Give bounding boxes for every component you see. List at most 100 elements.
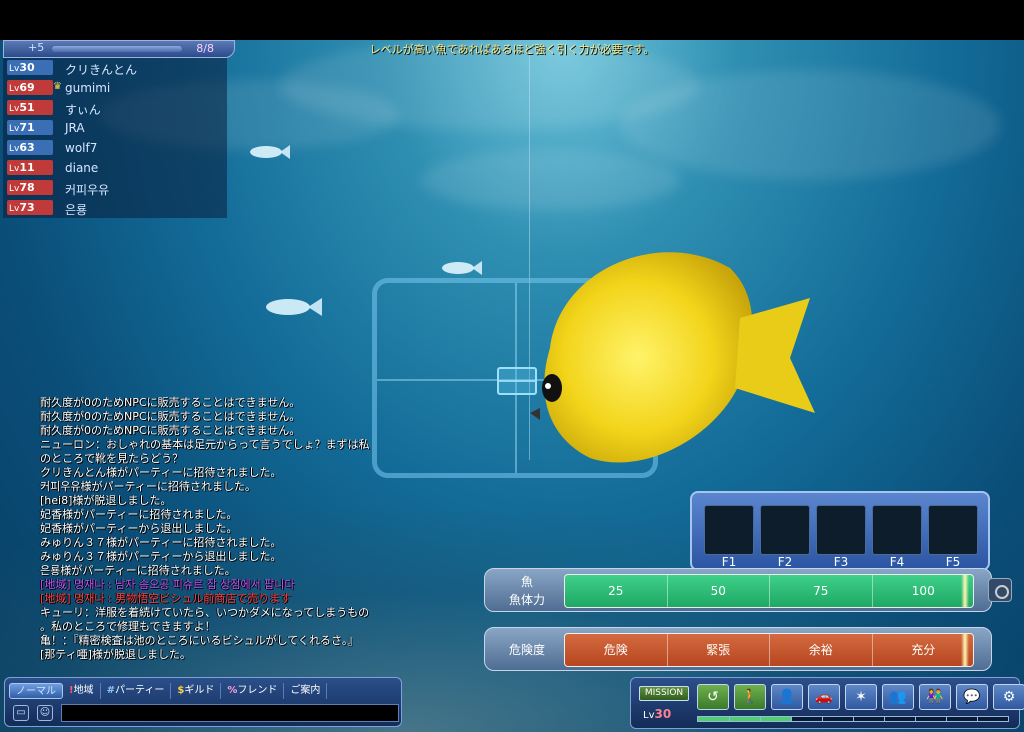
party-count: 8/8	[196, 42, 214, 55]
party-member-row[interactable]: Lv69 ♛ gumimi	[3, 78, 227, 98]
chat-tab[interactable]: %フレンド	[221, 683, 285, 699]
gear-icon: ⚙	[1002, 689, 1016, 705]
xp-tick	[760, 717, 761, 721]
return-icon: ↺	[707, 689, 719, 705]
member-name: クリきんとん	[65, 63, 138, 77]
hotkey-slot[interactable]	[872, 505, 922, 555]
party-add-button[interactable]: 👥	[882, 684, 914, 710]
chat-tab[interactable]: ノーマル	[9, 683, 63, 699]
window-icon[interactable]: ▭	[13, 705, 29, 721]
community-button[interactable]: 👫	[919, 684, 951, 710]
member-name: wolf7	[65, 141, 98, 155]
xp-tick	[729, 717, 730, 721]
chat-line: 亀！：『精密検査は池のところにいるビシュルがしてくれるさ。』	[40, 634, 359, 647]
hotkey-label: F5	[945, 555, 961, 569]
party-member-row[interactable]: Lv11 diane	[3, 158, 227, 178]
party-member-row[interactable]: Lv73 은룡	[3, 198, 227, 218]
chat-tab[interactable]: #パーティー	[101, 683, 172, 699]
party-member-row[interactable]: Lv71 JRA	[3, 118, 227, 138]
meter-segment: 危険	[565, 634, 668, 666]
party-member-row[interactable]: Lv78 커피우유	[3, 178, 227, 198]
chat-line: 妃香様がパーティーから退出しました。	[40, 522, 238, 535]
chat-bubble-icon: 💬	[963, 689, 981, 705]
chat-line: 耐久度が0のためNPCに販売することはできません。	[40, 424, 301, 437]
skill-button[interactable]: ✶	[845, 684, 877, 710]
party-member-row[interactable]: Lv51 すぃん	[3, 98, 227, 118]
fish-meter-label: 魚体力	[508, 593, 545, 607]
hotkey-label: F4	[889, 555, 905, 569]
chat-line: [那ティ唖]様が脱退しました。	[40, 648, 191, 661]
member-level-badge: Lv78	[7, 180, 53, 195]
skill-icon: ✶	[855, 689, 867, 705]
meter-toggle-button[interactable]	[988, 578, 1012, 602]
mission-button[interactable]: MISSION	[639, 686, 689, 701]
chat-line: 은룡様がパーティーに招待されました。	[40, 564, 236, 577]
meter-segment: 75	[770, 575, 873, 607]
party-member-row[interactable]: Lv63 wolf7	[3, 138, 227, 158]
experience-bar	[697, 716, 1009, 722]
hotkey-slot[interactable]	[704, 505, 754, 555]
chat-input[interactable]	[61, 704, 399, 722]
member-level-badge: Lv63	[7, 140, 53, 155]
small-fish	[266, 298, 322, 316]
chat-tab[interactable]: !地域	[63, 683, 101, 699]
vehicle-button[interactable]: 🚗	[808, 684, 840, 710]
chat-line: [地域] 명재나 : 男物悟空ビシュル前商店で売ります	[40, 592, 292, 605]
member-name: gumimi	[65, 81, 111, 95]
gear-button[interactable]: ⚙	[993, 684, 1024, 710]
chat-bubble-button[interactable]: 💬	[956, 684, 988, 710]
chat-line: 耐久度が0のためNPCに販売することはできません。	[40, 410, 301, 423]
player-level: Lv30	[643, 707, 672, 721]
meter-segment: 50	[668, 575, 770, 607]
chat-panel: ノーマル !地域 #パーティー $ギルド %フレンド ご案内 ▭ ☺	[4, 677, 402, 727]
member-level-badge: Lv30	[7, 60, 53, 75]
xp-tick	[822, 717, 823, 721]
fishing-hotkeys: F1 F2 F3 F4 F5	[690, 491, 990, 571]
chat-line: キューリ：洋服を着続けていたら、いつかダメになってしまうもの	[40, 606, 370, 619]
hotkey-slot[interactable]	[816, 505, 866, 555]
hotkey-label: F2	[777, 555, 793, 569]
member-level-badge: Lv73	[7, 200, 53, 215]
meter-segment: 余裕	[770, 634, 873, 666]
meter-segment: 100	[873, 575, 974, 607]
chat-line: ニューロン：おしゃれの基本は足元からって言うでしょ？まずは私	[40, 438, 370, 451]
xp-tick	[946, 717, 947, 721]
yellow-tang-fish	[530, 252, 815, 463]
profile-icon: 👤	[778, 689, 796, 705]
hotkey-slot[interactable]	[928, 505, 978, 555]
vehicle-icon: 🚗	[815, 689, 833, 705]
danger-meter-label: 危険度	[508, 643, 545, 657]
chat-tab[interactable]: ご案内	[284, 683, 328, 699]
chat-log: 耐久度が0のためNPCに販売することはできません。 耐久度が0のためNPCに販売す…	[40, 396, 400, 662]
member-name: 은룡	[65, 203, 88, 217]
member-level-badge: Lv71	[7, 120, 53, 135]
hotkey-slot[interactable]	[760, 505, 810, 555]
meter-segment: 25	[565, 575, 668, 607]
meter-segment: 緊張	[668, 634, 770, 666]
chat-line: [地域] 명재나 : 남자 솜오공 피슈르 잡 상점에서 팝니다	[40, 578, 295, 591]
party-bar	[52, 46, 182, 52]
party-plus: +5	[28, 41, 45, 54]
character-button[interactable]: 🚶	[734, 684, 766, 710]
member-level-badge: Lv11	[7, 160, 53, 175]
xp-tick	[915, 717, 916, 721]
member-level-badge: Lv51	[7, 100, 53, 115]
member-name: JRA	[65, 121, 85, 135]
emoticon-icon[interactable]: ☺	[37, 705, 53, 721]
party-header: +5 8/8	[3, 40, 235, 58]
main-menu-bar: MISSION Lv30 ↺ 🚶 👤 🚗 ✶ 👥 👫 💬 ⚙	[630, 677, 1024, 729]
character-icon: 🚶	[741, 689, 759, 705]
xp-tick	[977, 717, 978, 721]
meter-indicator	[960, 575, 969, 607]
fish-meter-label-top: 魚	[520, 575, 533, 589]
profile-button[interactable]: 👤	[771, 684, 803, 710]
party-member-row[interactable]: Lv30 クリきんとん	[3, 58, 227, 78]
chat-tab[interactable]: $ギルド	[171, 683, 222, 699]
danger-bar: 危険 緊張 余裕 充分	[564, 633, 974, 667]
community-icon: 👫	[926, 689, 944, 705]
return-button[interactable]: ↺	[697, 684, 729, 710]
chat-tabs: ノーマル !地域 #パーティー $ギルド %フレンド ご案内	[9, 683, 328, 699]
meter-indicator	[960, 634, 969, 666]
fish-stamina-meter: 魚 魚体力 25 50 75 100	[484, 568, 992, 612]
member-name: すぃん	[65, 103, 101, 117]
